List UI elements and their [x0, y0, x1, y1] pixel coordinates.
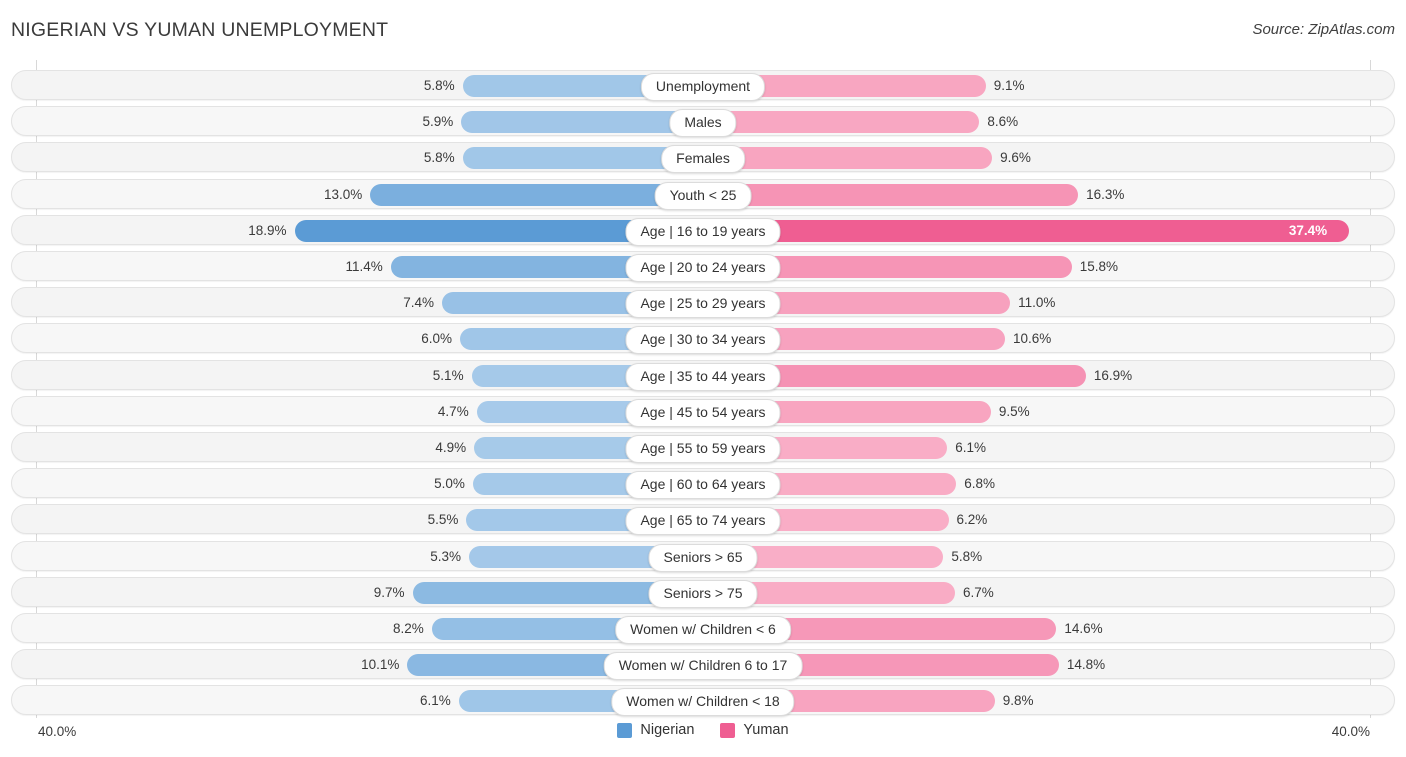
- category-label[interactable]: Age | 16 to 19 years: [625, 217, 781, 246]
- value-label-yuman: 9.1%: [993, 78, 1025, 93]
- value-label-yuman: 37.4%: [1288, 222, 1328, 238]
- value-label-yuman: 11.0%: [1018, 295, 1056, 311]
- category-label[interactable]: Age | 45 to 54 years: [625, 398, 781, 427]
- category-label[interactable]: Age | 20 to 24 years: [625, 254, 781, 282]
- category-label[interactable]: Seniors > 65: [648, 543, 758, 572]
- table-row[interactable]: 4.7% 9.5% Age | 45 to 54 years: [11, 395, 1395, 427]
- value-label-nigerian: 5.1%: [432, 367, 464, 383]
- legend-swatch-icon: [720, 722, 736, 738]
- value-label-yuman: 6.2%: [956, 512, 988, 528]
- value-label-nigerian: 7.4%: [403, 295, 435, 311]
- table-row[interactable]: 5.5% 6.2% Age | 65 to 74 years: [11, 504, 1395, 536]
- value-label-yuman: 14.8%: [1066, 657, 1106, 673]
- value-label-nigerian: 10.1%: [361, 657, 400, 673]
- value-label-yuman: 6.8%: [964, 476, 996, 492]
- table-row[interactable]: 6.0% 10.6% Age | 30 to 34 years: [11, 323, 1395, 355]
- value-label-yuman: 10.6%: [1012, 331, 1052, 347]
- value-label-nigerian: 11.4%: [345, 259, 383, 274]
- table-row[interactable]: 5.3% 5.8% Seniors > 65: [11, 540, 1395, 572]
- table-row[interactable]: 5.1% 16.9% Age | 35 to 44 years: [11, 359, 1395, 391]
- table-row[interactable]: 7.4% 11.0% Age | 25 to 29 years: [11, 287, 1395, 319]
- table-row[interactable]: 5.9% 8.6% Males: [11, 106, 1395, 138]
- table-row[interactable]: 4.9% 6.1% Age | 55 to 59 years: [11, 432, 1395, 463]
- category-label[interactable]: Age | 30 to 34 years: [625, 326, 781, 355]
- table-row[interactable]: 6.1% 9.8% Women w/ Children < 18: [11, 685, 1395, 717]
- value-label-yuman: 8.6%: [987, 114, 1019, 130]
- legend: Nigerian Yuman: [0, 722, 1406, 738]
- value-label-yuman: 6.1%: [955, 440, 987, 455]
- category-label[interactable]: Age | 25 to 29 years: [625, 290, 781, 319]
- table-row[interactable]: 10.1% 14.8% Women w/ Children 6 to 17: [11, 649, 1395, 681]
- table-row[interactable]: 8.2% 14.6% Women w/ Children < 6: [11, 613, 1395, 644]
- category-label[interactable]: Age | 55 to 59 years: [625, 435, 781, 463]
- value-label-yuman: 16.3%: [1086, 186, 1125, 202]
- value-label-nigerian: 4.7%: [437, 403, 469, 419]
- bar-yuman: [704, 147, 993, 170]
- value-label-yuman: 15.8%: [1079, 259, 1118, 274]
- category-label[interactable]: Women w/ Children < 6: [615, 616, 791, 644]
- bar-yuman: [704, 183, 1079, 206]
- value-label-yuman: 16.9%: [1093, 367, 1133, 383]
- bar-nigerian: [370, 183, 702, 206]
- category-label[interactable]: Age | 60 to 64 years: [625, 471, 781, 500]
- value-label-yuman: 5.8%: [951, 548, 983, 564]
- value-label-nigerian: 8.2%: [393, 621, 424, 636]
- value-label-nigerian: 13.0%: [323, 186, 363, 202]
- legend-item[interactable]: Yuman: [720, 722, 789, 738]
- value-label-yuman: 14.6%: [1064, 621, 1103, 636]
- table-row[interactable]: 18.9% 37.4% Age | 16 to 19 years: [11, 214, 1395, 246]
- category-label[interactable]: Seniors > 75: [648, 579, 758, 608]
- bar-yuman: [704, 111, 980, 134]
- chart-title: NIGERIAN VS YUMAN UNEMPLOYMENT: [11, 19, 389, 41]
- table-row[interactable]: 13.0% 16.3% Youth < 25: [11, 178, 1395, 210]
- legend-swatch-icon: [617, 722, 633, 738]
- value-label-yuman: 9.8%: [1002, 693, 1034, 709]
- category-label[interactable]: Youth < 25: [654, 181, 752, 210]
- value-label-nigerian: 6.1%: [419, 693, 451, 709]
- table-row[interactable]: 5.0% 6.8% Age | 60 to 64 years: [11, 468, 1395, 500]
- category-label[interactable]: Women w/ Children 6 to 17: [603, 652, 803, 681]
- value-label-nigerian: 5.0%: [434, 476, 465, 492]
- category-label[interactable]: Women w/ Children < 18: [611, 688, 795, 717]
- category-label[interactable]: Age | 65 to 74 years: [625, 507, 781, 536]
- table-row[interactable]: 9.7% 6.7% Seniors > 75: [11, 576, 1395, 608]
- value-label-nigerian: 9.7%: [373, 584, 405, 600]
- value-label-yuman: 6.7%: [962, 584, 994, 600]
- table-row[interactable]: 11.4% 15.8% Age | 20 to 24 years: [11, 251, 1395, 282]
- category-label[interactable]: Age | 35 to 44 years: [625, 362, 781, 391]
- source-label: Source: ZipAtlas.com: [1252, 21, 1395, 38]
- legend-item[interactable]: Nigerian: [617, 722, 694, 738]
- table-row[interactable]: 5.8% 9.1% Unemployment: [11, 70, 1395, 101]
- value-label-yuman: 9.6%: [1000, 150, 1031, 166]
- legend-label: Yuman: [743, 722, 789, 738]
- bar-yuman: [704, 219, 1349, 242]
- category-label[interactable]: Unemployment: [640, 73, 766, 101]
- value-label-nigerian: 5.3%: [430, 548, 462, 564]
- table-row[interactable]: 5.8% 9.6% Females: [11, 142, 1395, 174]
- value-label-nigerian: 5.8%: [423, 78, 455, 93]
- value-label-yuman: 9.5%: [998, 403, 1030, 419]
- value-label-nigerian: 5.8%: [423, 150, 455, 166]
- bar-nigerian: [461, 111, 702, 134]
- legend-label: Nigerian: [640, 722, 695, 738]
- value-label-nigerian: 5.9%: [422, 114, 454, 130]
- value-label-nigerian: 4.9%: [435, 440, 467, 455]
- value-label-nigerian: 18.9%: [248, 222, 287, 238]
- value-label-nigerian: 5.5%: [427, 512, 459, 528]
- plot-area: 5.8% 9.1% Unemployment 5.9% 8.6% Males 5.8% 9.6…: [0, 60, 1406, 718]
- category-label[interactable]: Males: [669, 109, 737, 138]
- value-label-nigerian: 6.0%: [421, 331, 453, 347]
- category-label[interactable]: Females: [661, 145, 745, 174]
